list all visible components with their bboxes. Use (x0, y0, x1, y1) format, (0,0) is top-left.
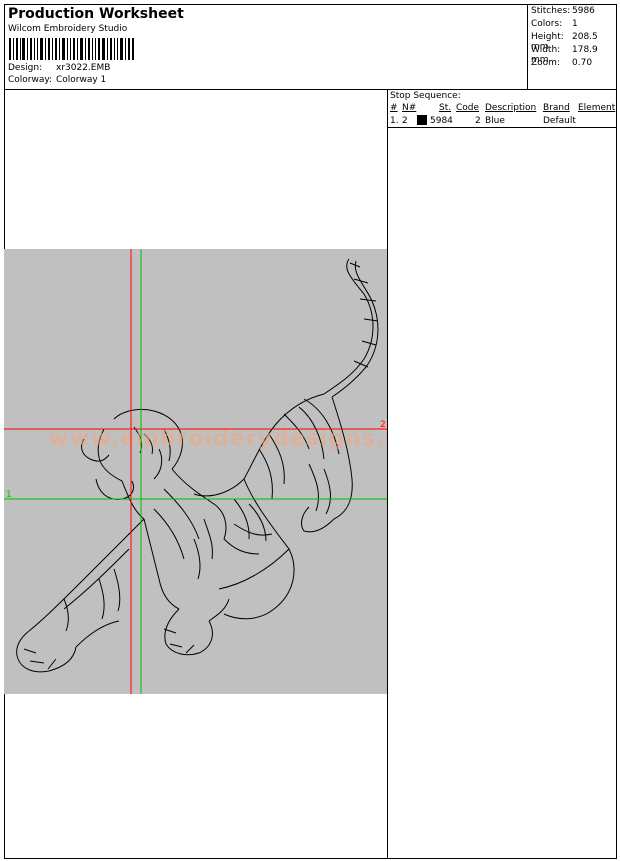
row-code: 2 (475, 116, 481, 126)
row-description: Blue (485, 116, 505, 126)
colorway-row: Colorway: Colorway 1 (8, 75, 106, 85)
colorway-label: Colorway: (8, 75, 53, 85)
table-divider (388, 127, 617, 128)
watermark-text: www.embroiderydesigns.com (48, 426, 387, 451)
design-preview: www.embroiderydesigns.com 2 1 (4, 249, 387, 694)
row-needle: 2 (402, 116, 408, 126)
row-stitches: 5984 (430, 116, 453, 126)
stat-zoom: Zoom: 0.70 (531, 58, 593, 68)
row-brand: Default (543, 116, 576, 126)
page-title: Production Worksheet (8, 6, 184, 22)
design-filename: xr3022.EMB (56, 63, 111, 73)
stat-stitches: Stitches: 5986 (531, 6, 595, 16)
col-header-description: Description (485, 103, 537, 113)
red-guide-label: 2 (380, 420, 386, 430)
green-guide-label: 1 (6, 490, 12, 500)
worksheet-page: Production Worksheet Wilcom Embroidery S… (4, 4, 617, 859)
col-header-needle: N# (402, 103, 417, 113)
col-header-code: Code (456, 103, 480, 113)
worksheet-header: Production Worksheet Wilcom Embroidery S… (5, 5, 616, 90)
design-stats: Stitches: 5986 Colors: 1 Height: 208.5 mm W… (527, 5, 617, 89)
stat-colors: Colors: 1 (531, 19, 578, 29)
stop-sequence-title: Stop Sequence: (390, 91, 461, 101)
design-label: Design: (8, 63, 43, 73)
tiger-embroidery-drawing: www.embroiderydesigns.com 2 1 (4, 249, 387, 694)
col-header-brand: Brand (543, 103, 570, 113)
col-header-element: Element (578, 103, 616, 113)
col-header-stitches: St. (439, 103, 452, 113)
barcode-image (9, 38, 134, 60)
stop-sequence-panel: Stop Sequence: # N# St. Code Description… (387, 89, 617, 858)
company-name: Wilcom Embroidery Studio (8, 24, 128, 34)
col-header-num: # (390, 103, 398, 113)
color-swatch (417, 115, 427, 125)
design-row: Design: xr3022.EMB (8, 63, 110, 73)
colorway-value: Colorway 1 (56, 75, 107, 85)
row-number: 1. (390, 116, 399, 126)
